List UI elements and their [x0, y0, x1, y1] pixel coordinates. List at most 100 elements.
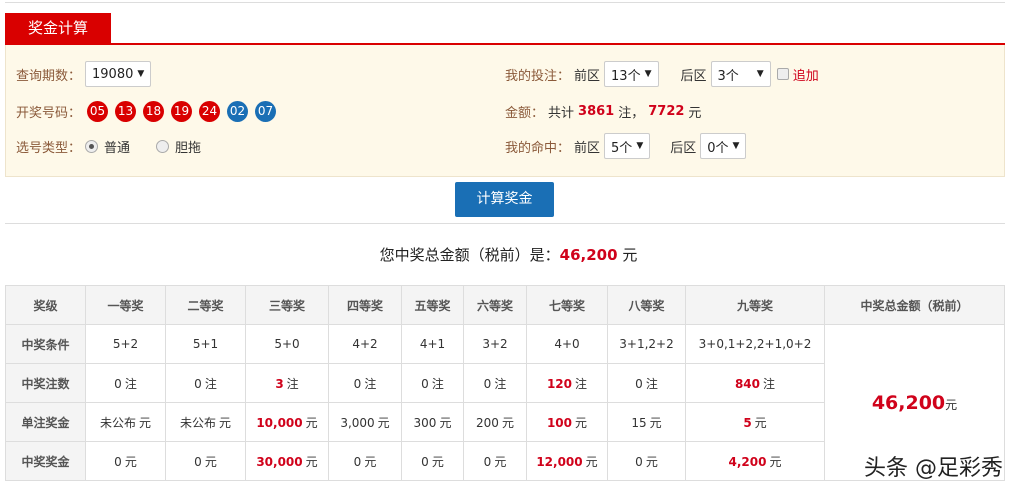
front-ball: 13: [115, 100, 137, 122]
cell-unit: 元: [649, 415, 662, 430]
cell-value: 未公布: [99, 415, 136, 430]
table-cell: 3注: [245, 363, 329, 403]
cell-unit: 元: [364, 454, 377, 469]
cell-unit: 元: [501, 415, 514, 430]
table-cell: 3+2: [463, 324, 527, 364]
table-cell: 840 注: [685, 363, 825, 403]
cell-value: 0: [421, 376, 429, 391]
cell-value: 0: [483, 376, 492, 391]
table-cell: 12,000 元: [526, 441, 608, 481]
cell-unit: 注: [645, 376, 658, 391]
dropdown-arrow-icon: ▼: [636, 141, 644, 151]
table-cell: 0注: [463, 363, 527, 403]
column-header: 四等奖: [328, 285, 402, 325]
table-cell: 5元: [685, 402, 825, 442]
hit-front-select[interactable]: 5个 ▼: [604, 133, 651, 159]
prize-table: 奖级 一等奖 二等奖 三等奖 四等奖 五等奖 六等奖 七等奖 八等奖 九等奖 中奖总金额（税前） 中…: [5, 285, 1005, 481]
column-header: 七等奖: [526, 285, 608, 325]
cell-unit: 元: [431, 454, 444, 469]
table-cell: 0元: [401, 441, 464, 481]
grand-total-value: 46,200: [871, 391, 946, 414]
front-ball: 24: [199, 100, 221, 122]
cell-value: 30,000: [256, 454, 303, 469]
table-cell: 4+1: [401, 324, 464, 364]
cell-value: 5+1: [192, 337, 219, 351]
row-header: 中奖奖金: [5, 441, 86, 481]
table-cell: 200 元: [463, 402, 527, 442]
cell-unit: 注: [124, 376, 137, 391]
table-cell: 3+1,2+2: [607, 324, 686, 364]
cell-unit: 元: [305, 415, 318, 430]
table-cell: 0元: [328, 441, 402, 481]
table-cell: 0元: [463, 441, 527, 481]
total-value: 46,200: [559, 246, 618, 264]
radio-normal[interactable]: [85, 139, 99, 153]
table-cell: 5+2: [85, 324, 166, 364]
table-cell: 120 注: [526, 363, 608, 403]
cell-unit: 元: [305, 454, 318, 469]
bet-front-select[interactable]: 13个 ▼: [604, 61, 659, 87]
cell-value: 5: [743, 415, 752, 430]
cell-unit: 元: [139, 415, 152, 430]
cell-unit: 注: [364, 376, 377, 391]
issue-select[interactable]: 19080 ▼: [85, 61, 152, 87]
cell-value: 0: [194, 376, 202, 391]
cell-value: 0: [421, 454, 429, 469]
cell-value: 0: [635, 454, 643, 469]
amount-unit2: 元: [688, 105, 702, 121]
radio-normal-label[interactable]: 普通: [104, 137, 130, 156]
radio-dantuo-label[interactable]: 胆拖: [175, 137, 201, 156]
addon-checkbox[interactable]: [776, 68, 789, 80]
cell-value: 3+2: [482, 337, 508, 351]
hit-back-select[interactable]: 0个 ▼: [700, 133, 747, 159]
table-cell: 0注: [85, 363, 166, 403]
watermark: 头条 @足彩秀: [864, 456, 1003, 481]
bet-back-select[interactable]: 3个 ▼: [710, 61, 771, 87]
table-cell: 100 元: [526, 402, 608, 442]
pick-type-label: 选号类型：: [16, 140, 82, 156]
column-header: 九等奖: [685, 285, 825, 325]
cell-value: 0: [353, 454, 362, 469]
tab-prize-calc[interactable]: 奖金计算: [5, 13, 111, 44]
column-header: 中奖总金额（税前）: [824, 285, 1005, 325]
cell-unit: 元: [377, 415, 390, 430]
cell-value: 840: [734, 376, 761, 391]
table-cell: 0注: [328, 363, 402, 403]
bet-count: 3861: [578, 103, 615, 119]
cell-unit: 元: [204, 454, 217, 469]
bet-money: 7722: [648, 103, 685, 119]
table-cell: 10,000 元: [245, 402, 329, 442]
table-cell: 0注: [607, 363, 686, 403]
calculate-button[interactable]: 计算奖金: [455, 182, 554, 217]
bet-front-label: 前区: [574, 68, 601, 84]
cell-value: 3,000: [340, 415, 375, 430]
cell-unit: 元: [585, 454, 598, 469]
cell-value: 0: [483, 454, 492, 469]
cell-value: 10,000: [256, 415, 303, 430]
cell-unit: 元: [124, 454, 137, 469]
cell-value: 200: [476, 415, 499, 430]
table-row: 中奖条件 5+2 5+1 5+0 4+2 4+1 3+2 4+0 3+1,2+2 3+0,1+2,…: [5, 324, 1005, 481]
hit-label: 我的命中：: [505, 140, 571, 156]
cell-unit: 注: [286, 376, 299, 391]
table-cell: 3+0,1+2,2+1,0+2: [685, 324, 825, 364]
cell-value: 0: [194, 454, 202, 469]
table-cell: 0元: [607, 441, 686, 481]
table-cell: 5+1: [165, 324, 246, 364]
back-ball: 07: [255, 100, 277, 122]
column-header: 五等奖: [401, 285, 464, 325]
dropdown-arrow-icon: ▼: [756, 69, 764, 79]
grand-total-unit: 元: [945, 397, 958, 412]
divider: [5, 223, 1005, 224]
row-header: 中奖注数: [5, 363, 86, 403]
column-header: 三等奖: [245, 285, 329, 325]
column-header: 六等奖: [463, 285, 527, 325]
addon-label[interactable]: 追加: [793, 65, 819, 84]
calc-form-panel: 查询期数： 19080 ▼ 开奖号码： 05 13 18 19 24 02 07 选号类型： …: [5, 45, 1005, 177]
hit-front-value: 5个: [611, 140, 633, 156]
bet-back-label: 后区: [680, 68, 707, 84]
hit-front-label: 前区: [574, 140, 601, 156]
cell-value: 0: [114, 454, 122, 469]
radio-dantuo[interactable]: [156, 139, 170, 153]
column-header: 二等奖: [165, 285, 246, 325]
